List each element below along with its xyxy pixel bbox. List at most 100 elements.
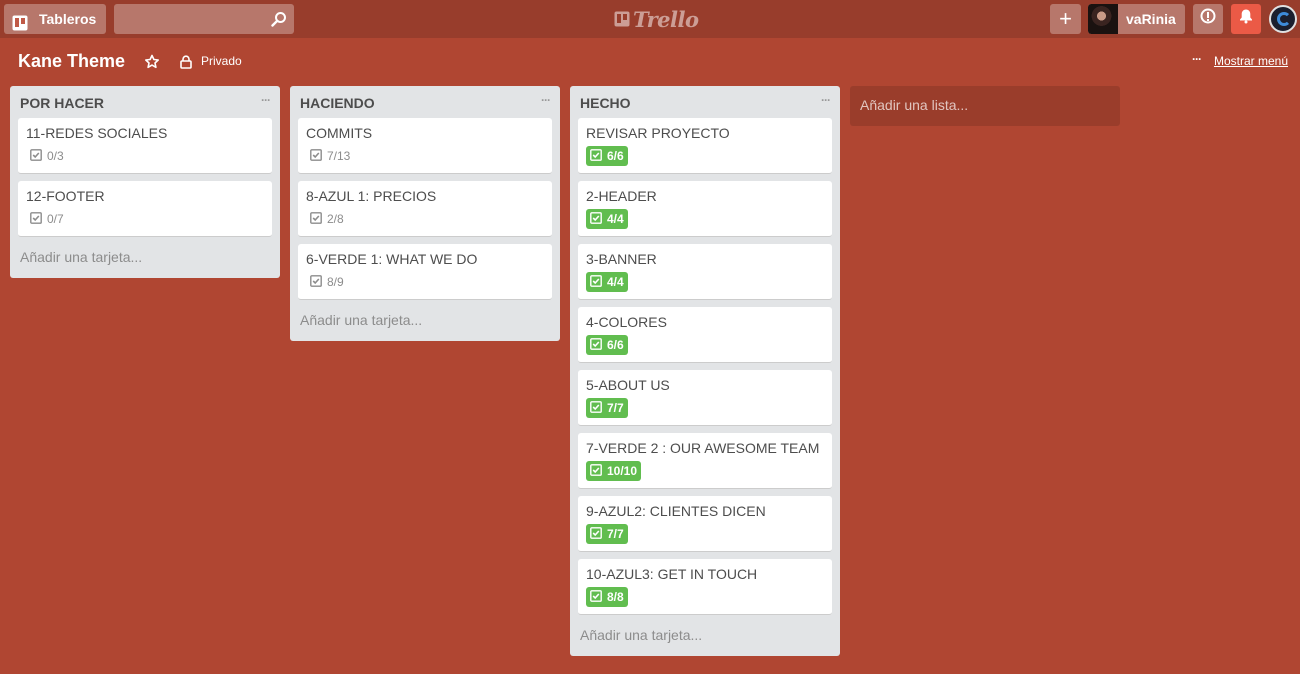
checklist-icon xyxy=(590,148,607,164)
list-title[interactable]: POR HACER xyxy=(20,95,104,111)
checklist-badge: 0/7 xyxy=(26,209,68,229)
card-title: 10-AZUL3: GET IN TOUCH xyxy=(586,566,758,582)
boards-label: Tableros xyxy=(39,11,97,27)
card[interactable]: 12-FOOTER 0/7 xyxy=(18,181,272,237)
checklist-icon xyxy=(590,274,607,290)
member-menu-button[interactable]: vaRinia xyxy=(1088,4,1185,34)
add-button[interactable]: + xyxy=(1050,4,1081,34)
notifications-button[interactable] xyxy=(1231,4,1261,34)
card-title: 5-ABOUT US xyxy=(586,377,670,393)
card[interactable]: REVISAR PROYECTO 6/6 xyxy=(578,118,832,174)
card-title: 2-HEADER xyxy=(586,188,657,204)
card-title: REVISAR PROYECTO xyxy=(586,125,730,141)
checklist-icon xyxy=(590,463,607,479)
checklist-count: 4/4 xyxy=(607,275,624,289)
list-header[interactable]: HECHO ··· xyxy=(578,86,832,118)
checklist-icon xyxy=(30,148,47,164)
card[interactable]: 4-COLORES 6/6 xyxy=(578,307,832,363)
top-header: Tableros Trello + vaRinia xyxy=(0,0,1300,38)
checklist-icon xyxy=(590,526,607,542)
trello-logo-icon xyxy=(614,11,630,27)
card[interactable]: COMMITS 7/13 xyxy=(298,118,552,174)
checklist-count: 7/13 xyxy=(327,149,351,163)
card-title: 3-BANNER xyxy=(586,251,657,267)
card[interactable]: 10-AZUL3: GET IN TOUCH 8/8 xyxy=(578,559,832,615)
sync-icon xyxy=(1277,12,1291,26)
card[interactable]: 5-ABOUT US 7/7 xyxy=(578,370,832,426)
search-input[interactable] xyxy=(114,4,294,34)
checklist-badge: 4/4 xyxy=(586,272,628,292)
checklist-badge: 7/13 xyxy=(306,146,354,166)
checklist-badge: 10/10 xyxy=(586,461,642,481)
boards-button[interactable]: Tableros xyxy=(4,4,106,34)
checklist-badge: 4/4 xyxy=(586,209,628,229)
board-title[interactable]: Kane Theme xyxy=(18,51,125,72)
checklist-count: 7/7 xyxy=(607,401,624,415)
checklist-count: 10/10 xyxy=(607,464,638,478)
checklist-count: 2/8 xyxy=(327,212,344,226)
add-list-button[interactable]: Añadir una lista... xyxy=(850,86,1120,126)
trello-logo-text: Trello xyxy=(633,6,699,32)
add-card-button[interactable]: Añadir una tarjeta... xyxy=(578,622,832,648)
checklist-icon xyxy=(590,400,607,416)
list-menu-icon[interactable]: ··· xyxy=(821,93,831,107)
checklist-icon xyxy=(310,211,327,227)
checklist-icon xyxy=(310,274,327,290)
checklist-count: 6/6 xyxy=(607,338,624,352)
info-icon xyxy=(1200,4,1216,34)
checklist-count: 0/3 xyxy=(47,149,64,163)
avatar xyxy=(1088,4,1118,34)
list-menu-icon[interactable]: ··· xyxy=(541,93,551,107)
card[interactable]: 3-BANNER 4/4 xyxy=(578,244,832,300)
list-title[interactable]: HECHO xyxy=(580,95,631,111)
power-up-button[interactable] xyxy=(1269,5,1297,33)
checklist-count: 6/6 xyxy=(607,149,624,163)
plus-icon: + xyxy=(1059,6,1072,31)
add-card-button[interactable]: Añadir una tarjeta... xyxy=(298,307,552,333)
card[interactable]: 6-VERDE 1: WHAT WE DO 8/9 xyxy=(298,244,552,300)
checklist-count: 4/4 xyxy=(607,212,624,226)
username: vaRinia xyxy=(1126,11,1176,27)
star-icon[interactable] xyxy=(144,54,160,70)
checklist-badge: 8/8 xyxy=(586,587,628,607)
card-title: 9-AZUL2: CLIENTES DICEN xyxy=(586,503,766,519)
search-icon[interactable] xyxy=(271,11,287,27)
list-menu-icon[interactable]: ··· xyxy=(261,93,271,107)
list: HECHO ··· REVISAR PROYECTO 6/6 2-HEADER 4/4 3-… xyxy=(570,86,840,656)
checklist-count: 8/9 xyxy=(327,275,344,289)
card-title: 12-FOOTER xyxy=(26,188,105,204)
privacy-button[interactable]: Privado xyxy=(201,54,242,68)
list: HACIENDO ··· COMMITS 7/13 8-AZUL 1: PRECIOS 2… xyxy=(290,86,560,341)
checklist-icon xyxy=(590,337,607,353)
add-card-button[interactable]: Añadir una tarjeta... xyxy=(18,244,272,270)
card-title: COMMITS xyxy=(306,125,373,141)
card[interactable]: 7-VERDE 2 : OUR AWESOME TEAM 10/10 xyxy=(578,433,832,489)
list-title[interactable]: HACIENDO xyxy=(300,95,375,111)
checklist-badge: 6/6 xyxy=(586,146,628,166)
card-title: 8-AZUL 1: PRECIOS xyxy=(306,188,437,204)
checklist-count: 8/8 xyxy=(607,590,624,604)
card-title: 6-VERDE 1: WHAT WE DO xyxy=(306,251,478,267)
card[interactable]: 11-REDES SOCIALES 0/3 xyxy=(18,118,272,174)
info-button[interactable] xyxy=(1193,4,1223,34)
checklist-badge: 7/7 xyxy=(586,524,628,544)
checklist-badge: 0/3 xyxy=(26,146,68,166)
card[interactable]: 9-AZUL2: CLIENTES DICEN 7/7 xyxy=(578,496,832,552)
checklist-badge: 6/6 xyxy=(586,335,628,355)
bell-icon xyxy=(1238,4,1254,34)
boards-icon xyxy=(12,11,28,31)
checklist-icon xyxy=(30,211,47,227)
menu-dots-icon[interactable]: ··· xyxy=(1192,52,1206,66)
checklist-count: 0/7 xyxy=(47,212,64,226)
card-title: 7-VERDE 2 : OUR AWESOME TEAM xyxy=(586,440,820,456)
checklist-badge: 8/9 xyxy=(306,272,348,292)
list-header[interactable]: HACIENDO ··· xyxy=(298,86,552,118)
checklist-icon xyxy=(310,148,327,164)
trello-logo[interactable]: Trello xyxy=(614,7,699,32)
card[interactable]: 2-HEADER 4/4 xyxy=(578,181,832,237)
card-title: 4-COLORES xyxy=(586,314,667,330)
list-header[interactable]: POR HACER ··· xyxy=(18,86,272,118)
show-menu-link[interactable]: Mostrar menú xyxy=(1214,54,1288,68)
card[interactable]: 8-AZUL 1: PRECIOS 2/8 xyxy=(298,181,552,237)
card-title: 11-REDES SOCIALES xyxy=(26,125,168,141)
